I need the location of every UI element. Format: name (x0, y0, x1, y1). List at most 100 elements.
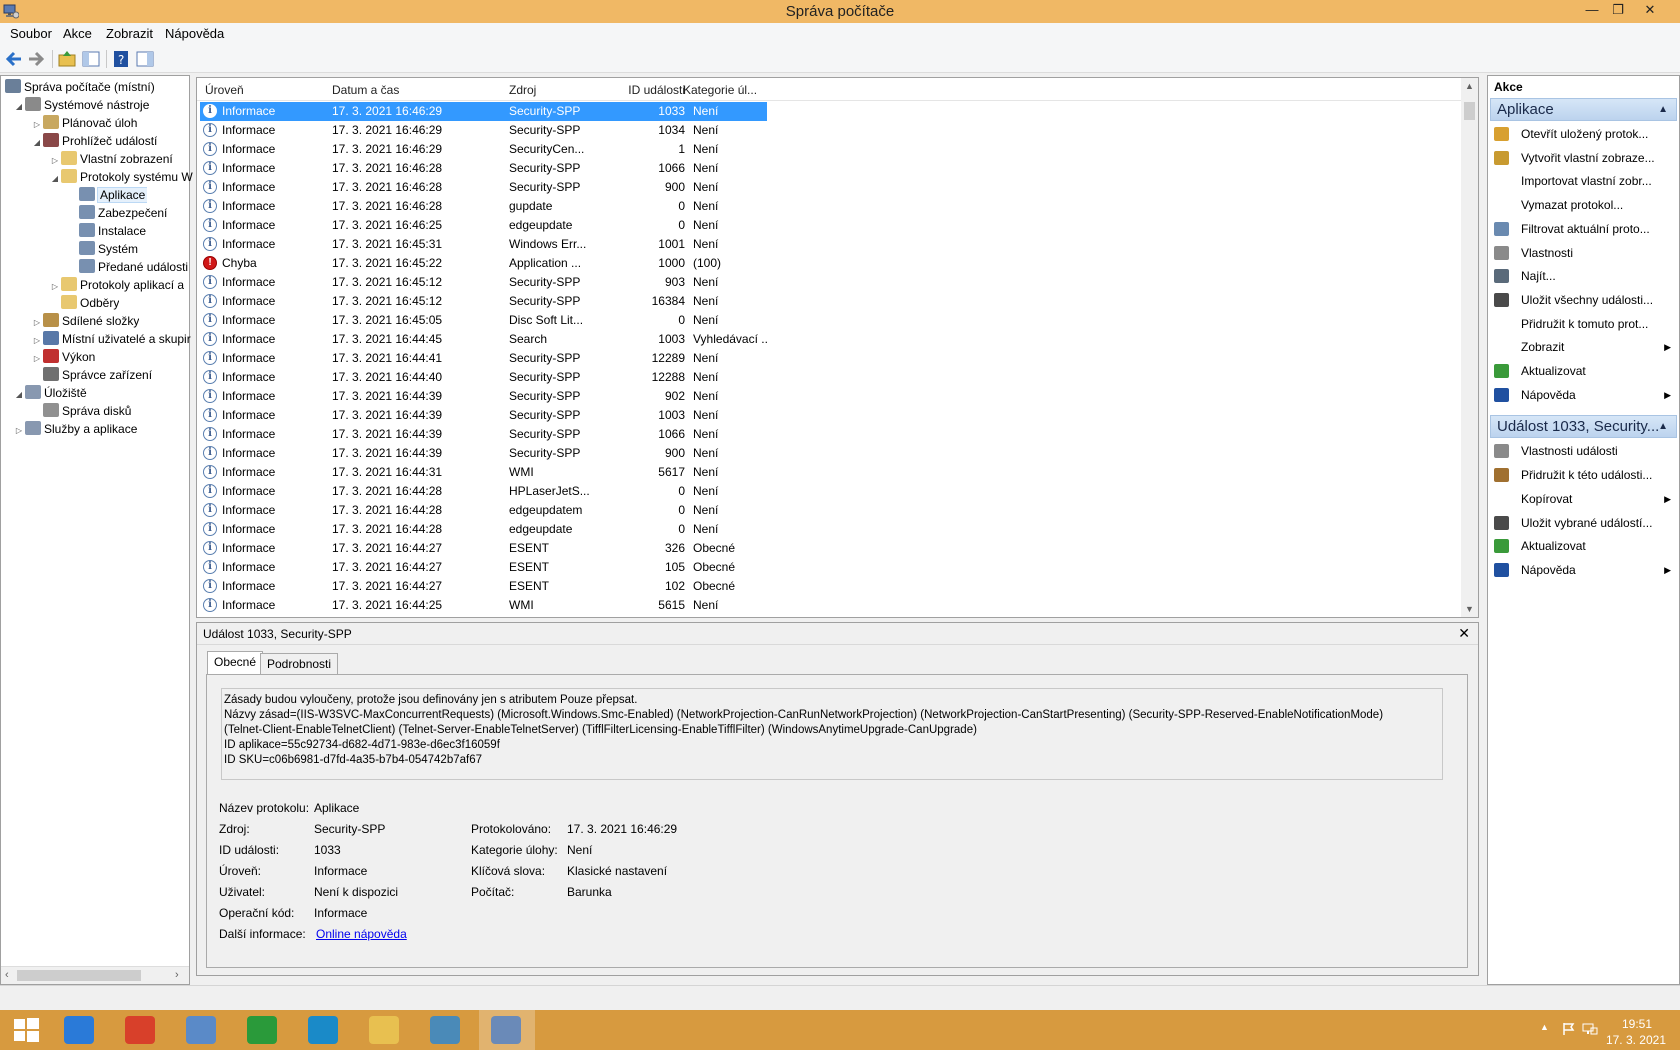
action-najit[interactable]: Najít... (1492, 265, 1675, 287)
column-task-category[interactable]: Kategorie úl... (683, 83, 757, 97)
event-row[interactable]: i Informace 17. 3. 2021 16:46:29 SecurityCe… (200, 140, 767, 159)
menu-file[interactable]: Soubor (10, 26, 52, 41)
action-filtrovat-aktualni-proto[interactable]: Filtrovat aktuální proto... (1492, 218, 1675, 240)
action-napoveda[interactable]: Nápověda ▶ (1492, 559, 1675, 581)
menu-view[interactable]: Zobrazit (106, 26, 153, 41)
tree-item-sdilene-slozky[interactable]: ▷ Sdílené složky (31, 312, 139, 330)
tree-item-systemove-nastroje[interactable]: ◢ Systémové nástroje (13, 96, 149, 114)
action-pridruzit-k-teto-udalosti[interactable]: Přidružit k této události... (1492, 464, 1675, 486)
tree-item-zabezpeceni[interactable]: Zabezpečení (67, 204, 167, 222)
tree-item-sprava-disku[interactable]: Správa disků (31, 402, 131, 420)
collapse-caret-icon[interactable]: ▲ (1658, 416, 1668, 437)
back-icon[interactable] (3, 48, 25, 70)
restore-button[interactable]: ❐ (1604, 0, 1632, 20)
event-row[interactable]: i Informace 17. 3. 2021 16:44:27 ESENT 326 Ob… (200, 539, 767, 558)
tree-item-predane-udalosti[interactable]: Předané události (67, 258, 188, 276)
event-row[interactable]: i Informace 17. 3. 2021 16:46:28 Security-S… (200, 159, 767, 178)
start-button[interactable] (0, 1010, 56, 1050)
taskbar-computer-management-button[interactable] (479, 1010, 535, 1050)
column-level[interactable]: Úroveň (205, 83, 244, 97)
action-vlastnosti[interactable]: Vlastnosti (1492, 242, 1675, 264)
event-row[interactable]: i Informace 17. 3. 2021 16:46:28 Security-S… (200, 178, 767, 197)
taskbar-store-button[interactable] (235, 1010, 291, 1050)
tree-item-protokoly-systemu-w[interactable]: ◢ Protokoly systému W (49, 168, 193, 186)
event-row[interactable]: i Informace 17. 3. 2021 16:44:39 Security-S… (200, 425, 767, 444)
event-row[interactable]: i Informace 17. 3. 2021 16:44:27 ESENT 105 Ob… (200, 558, 767, 577)
action-aktualizovat[interactable]: Aktualizovat (1492, 360, 1675, 382)
event-row[interactable]: i Informace 17. 3. 2021 16:45:12 Security-S… (200, 273, 767, 292)
taskbar-edge-button[interactable] (296, 1010, 352, 1050)
show-hide-action-pane-icon[interactable] (134, 48, 156, 70)
action-otevrit-ulozeny-protok[interactable]: Otevřít uložený protok... (1492, 123, 1675, 145)
event-row[interactable]: i Informace 17. 3. 2021 16:46:29 Security-S… (200, 102, 767, 121)
event-row[interactable]: i Informace 17. 3. 2021 16:45:31 Windows Er… (200, 235, 767, 254)
close-icon[interactable]: ✕ (1458, 625, 1470, 642)
online-help-link[interactable]: Online nápověda (316, 927, 407, 941)
menu-action[interactable]: Akce (63, 26, 92, 41)
tree-item-system[interactable]: Systém (67, 240, 138, 258)
tree-item-vlastni-zobrazeni[interactable]: ▷ Vlastní zobrazení (49, 150, 173, 168)
scroll-thumb[interactable] (17, 970, 141, 981)
minimize-button[interactable]: — (1578, 0, 1606, 20)
expand-arrow-icon[interactable]: ▷ (31, 314, 43, 330)
actions-group-header[interactable]: Událost 1033, Security... ▲ (1490, 415, 1677, 439)
event-row[interactable]: i Informace 17. 3. 2021 16:44:31 WMI 5617 Nen… (200, 463, 767, 482)
expand-arrow-icon[interactable]: ▷ (49, 152, 61, 168)
tree-item-aplikace[interactable]: Aplikace (67, 186, 148, 204)
tree-horizontal-scrollbar[interactable]: ‹ › (1, 966, 189, 984)
expand-arrow-icon[interactable]: ▷ (31, 332, 43, 348)
event-row[interactable]: i Informace 17. 3. 2021 16:46:28 gupdate 0 Ne… (200, 197, 767, 216)
up-folder-icon[interactable] (56, 48, 78, 70)
tree-item-mistni-uzivatele-a-skupir[interactable]: ▷ Místní uživatelé a skupir (31, 330, 191, 348)
tree-item-odbery[interactable]: Odběry (49, 294, 119, 312)
scroll-left-arrow[interactable]: ‹ (5, 969, 9, 981)
tree-item-sprava-pocitace-mistni[interactable]: Správa počítače (místní) (5, 78, 155, 96)
help-icon[interactable]: ? (110, 48, 132, 70)
menu-help[interactable]: Nápověda (165, 26, 224, 41)
action-vlastnosti-udalosti[interactable]: Vlastnosti události (1492, 440, 1675, 462)
taskbar-photo-viewer-button[interactable] (418, 1010, 474, 1050)
show-hidden-icons-icon[interactable]: ▲ (1540, 1022, 1549, 1032)
taskbar-internet-explorer-button[interactable] (52, 1010, 108, 1050)
event-row[interactable]: i Informace 17. 3. 2021 16:44:45 Search 1003… (200, 330, 767, 349)
tab-details[interactable]: Podrobnosti (260, 653, 339, 675)
event-row[interactable]: i Informace 17. 3. 2021 16:46:29 Security-S… (200, 121, 767, 140)
tree-item-planovac-uloh[interactable]: ▷ Plánovač úloh (31, 114, 137, 132)
clock-time[interactable]: 19:51 (1622, 1017, 1652, 1031)
collapse-caret-icon[interactable]: ▲ (1658, 99, 1668, 120)
network-icon[interactable] (1582, 1022, 1598, 1036)
tree-item-spravce-zarizeni[interactable]: Správce zařízení (31, 366, 152, 384)
action-aktualizovat[interactable]: Aktualizovat (1492, 535, 1675, 557)
collapse-arrow-icon[interactable]: ◢ (31, 134, 43, 150)
tree-item-sluzby-a-aplikace[interactable]: ▷ Služby a aplikace (13, 420, 137, 438)
event-row[interactable]: i Informace 17. 3. 2021 16:46:25 edgeupdate… (200, 216, 767, 235)
action-pridruzit-k-tomuto-prot[interactable]: Přidružit k tomuto prot... (1492, 313, 1675, 335)
expand-arrow-icon[interactable]: ▷ (31, 350, 43, 366)
action-kopirovat[interactable]: Kopírovat ▶ (1492, 488, 1675, 510)
scroll-down-arrow[interactable]: ▼ (1465, 604, 1474, 614)
column-event-id[interactable]: ID události (615, 83, 685, 97)
actions-group-header[interactable]: Aplikace ▲ (1490, 98, 1677, 121)
tree-item-uloziste[interactable]: ◢ Úložiště (13, 384, 87, 402)
close-button[interactable]: ✕ (1636, 0, 1664, 20)
forward-icon[interactable] (25, 48, 47, 70)
event-row[interactable]: i Informace 17. 3. 2021 16:45:12 Security-S… (200, 292, 767, 311)
tab-general[interactable]: Obecné (207, 651, 264, 675)
action-vytvorit-vlastni-zobraze[interactable]: Vytvořit vlastní zobraze... (1492, 147, 1675, 169)
event-row[interactable]: i Informace 17. 3. 2021 16:44:28 edgeupdate… (200, 501, 767, 520)
scroll-right-arrow[interactable]: › (175, 969, 179, 981)
expand-arrow-icon[interactable]: ▷ (49, 278, 61, 294)
event-row[interactable]: i Informace 17. 3. 2021 16:44:27 ESENT 102 Ob… (200, 577, 767, 596)
tree-item-vykon[interactable]: ▷ Výkon (31, 348, 95, 366)
scroll-thumb[interactable] (1464, 102, 1475, 120)
action-ulozit-vybrane-udalosti[interactable]: Uložit vybrané událostí... (1492, 512, 1675, 534)
taskbar-file-explorer-button[interactable] (357, 1010, 413, 1050)
event-row[interactable]: i Informace 17. 3. 2021 16:44:39 Security-S… (200, 406, 767, 425)
event-row[interactable]: i Informace 17. 3. 2021 16:44:41 Security-S… (200, 349, 767, 368)
clock-date[interactable]: 17. 3. 2021 (1606, 1033, 1666, 1047)
expand-arrow-icon[interactable]: ▷ (31, 116, 43, 132)
action-vymazat-protokol[interactable]: Vymazat protokol... (1492, 194, 1675, 216)
taskbar-control-panel-button[interactable] (174, 1010, 230, 1050)
event-description[interactable]: Zásady budou vyloučeny, protože jsou def… (221, 688, 1443, 780)
column-date-time[interactable]: Datum a čas (332, 83, 399, 97)
